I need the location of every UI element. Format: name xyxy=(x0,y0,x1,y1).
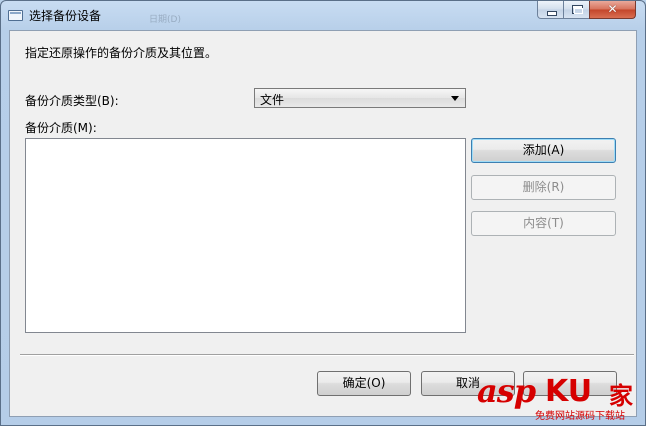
remove-button[interactable]: 删除(R) xyxy=(471,175,616,200)
media-type-value: 文件 xyxy=(260,93,285,107)
media-label: 备份介质(M): xyxy=(25,121,97,135)
instruction-text: 指定还原操作的备份介质及其位置。 xyxy=(25,46,218,60)
watermark-tagline: 免费网站源码下载站 xyxy=(535,411,625,422)
dialog-body: 指定还原操作的备份介质及其位置。 备份介质类型(B): 文件 备份介质(M): … xyxy=(9,30,637,417)
media-type-label: 备份介质类型(B): xyxy=(25,94,119,108)
maximize-icon xyxy=(572,5,583,14)
title-bar[interactable]: 选择备份设备 日期(D) ✕ xyxy=(1,1,645,29)
backup-media-list[interactable] xyxy=(25,138,466,333)
watermark-ku: KU xyxy=(545,374,593,409)
chevron-down-icon[interactable] xyxy=(451,96,459,101)
minimize-button[interactable] xyxy=(537,1,564,19)
divider xyxy=(20,354,634,356)
close-icon: ✕ xyxy=(607,2,618,16)
window-title: 选择备份设备 xyxy=(29,9,102,23)
window-icon xyxy=(8,10,23,21)
maximize-button[interactable] xyxy=(563,1,590,19)
close-button[interactable]: ✕ xyxy=(589,1,636,19)
media-type-select[interactable]: 文件 xyxy=(254,88,466,108)
watermark-logo: asp KU 家 免费网站源码下载站 xyxy=(477,370,643,424)
watermark-jia: 家 xyxy=(609,382,633,410)
ok-button[interactable]: 确定(O) xyxy=(317,371,411,396)
ghost-text: 日期(D) xyxy=(149,15,181,25)
minimize-icon xyxy=(547,11,557,16)
contents-button[interactable]: 内容(T) xyxy=(471,211,616,236)
add-button[interactable]: 添加(A) xyxy=(471,138,616,163)
select-backup-device-dialog: 选择备份设备 日期(D) ✕ 指定还原操作的备份介质及其位置。 备份介质类型(B… xyxy=(0,0,646,426)
watermark-asp: asp xyxy=(477,372,536,410)
